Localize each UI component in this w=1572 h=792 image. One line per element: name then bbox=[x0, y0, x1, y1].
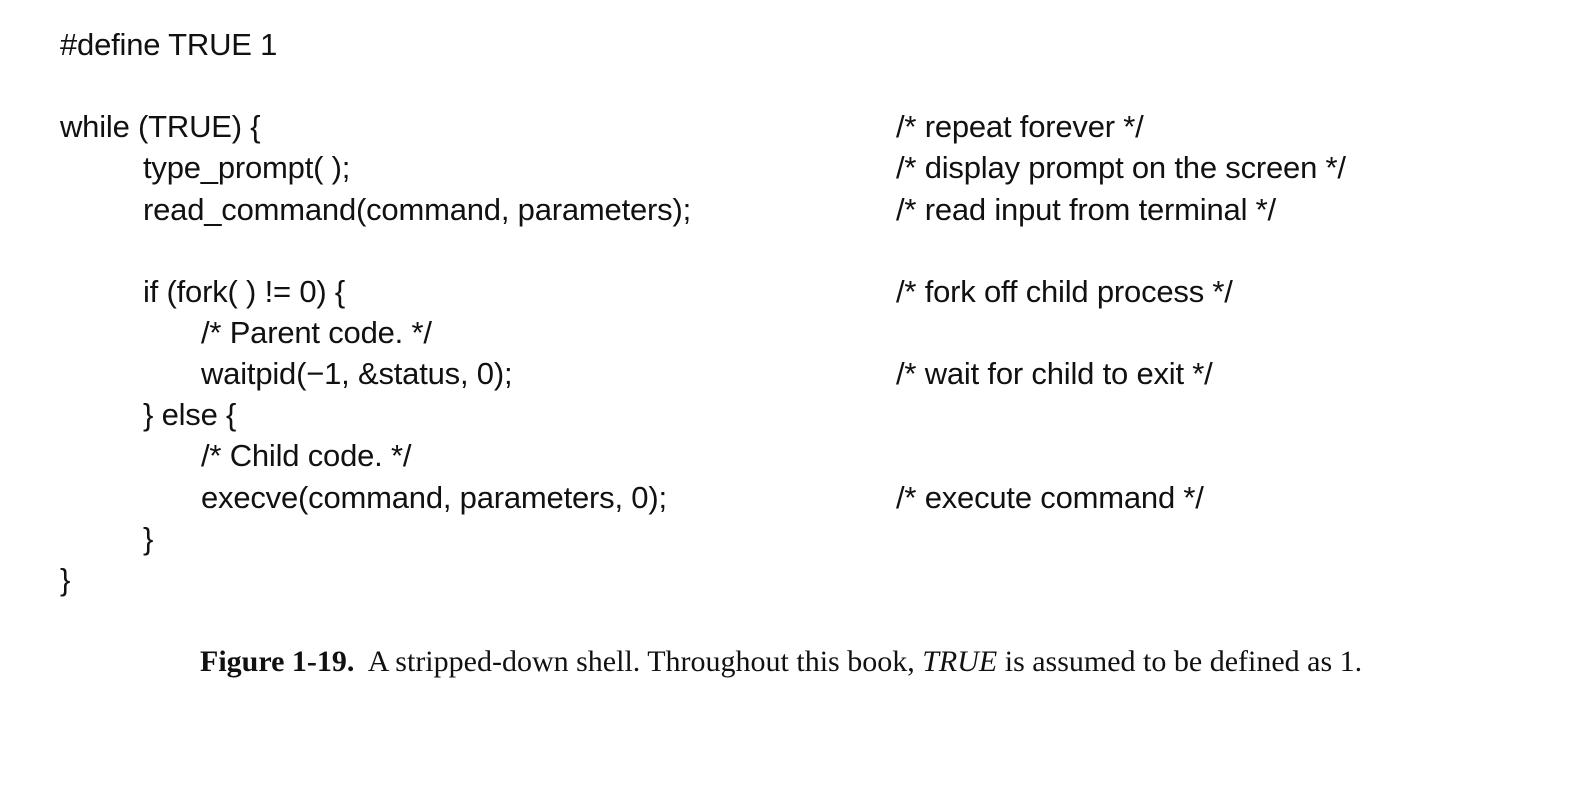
figure-page: #define TRUE 1 while (TRUE) { /* repeat … bbox=[0, 0, 1572, 792]
comment-fork-child: /* fork off child process */ bbox=[896, 274, 1233, 309]
caption-text-before: A stripped-down shell. Throughout this b… bbox=[367, 645, 923, 678]
code-line-read-command: read_command(command, parameters); bbox=[143, 192, 691, 227]
code-line-parent-comment: /* Parent code. */ bbox=[201, 315, 432, 350]
figure-caption: Figure 1-19. A stripped-down shell. Thro… bbox=[200, 641, 1400, 683]
comment-wait-child: /* wait for child to exit */ bbox=[896, 356, 1213, 391]
figure-label: Figure 1-19. bbox=[200, 645, 355, 678]
comment-read-input: /* read input from terminal */ bbox=[896, 192, 1276, 227]
code-line-child-comment: /* Child code. */ bbox=[201, 438, 412, 473]
comment-repeat-forever: /* repeat forever */ bbox=[896, 109, 1144, 144]
caption-emphasis: TRUE bbox=[922, 645, 998, 678]
code-line-if-fork: if (fork( ) != 0) { bbox=[143, 274, 346, 309]
code-line-while: while (TRUE) { bbox=[60, 109, 261, 144]
code-line-type-prompt: type_prompt( ); bbox=[143, 150, 351, 185]
caption-text-after: is assumed to be defined as 1. bbox=[997, 645, 1363, 678]
comment-display-prompt: /* display prompt on the screen */ bbox=[896, 150, 1346, 185]
code-line-else: } else { bbox=[143, 397, 237, 432]
code-line-inner-close: } bbox=[143, 521, 154, 556]
code-line-outer-close: } bbox=[60, 562, 71, 597]
code-line-waitpid: waitpid(−1, &status, 0); bbox=[201, 356, 513, 391]
code-line-define: #define TRUE 1 bbox=[60, 27, 278, 62]
code-line-execve: execve(command, parameters, 0); bbox=[201, 480, 667, 515]
comment-execute-command: /* execute command */ bbox=[896, 480, 1204, 515]
